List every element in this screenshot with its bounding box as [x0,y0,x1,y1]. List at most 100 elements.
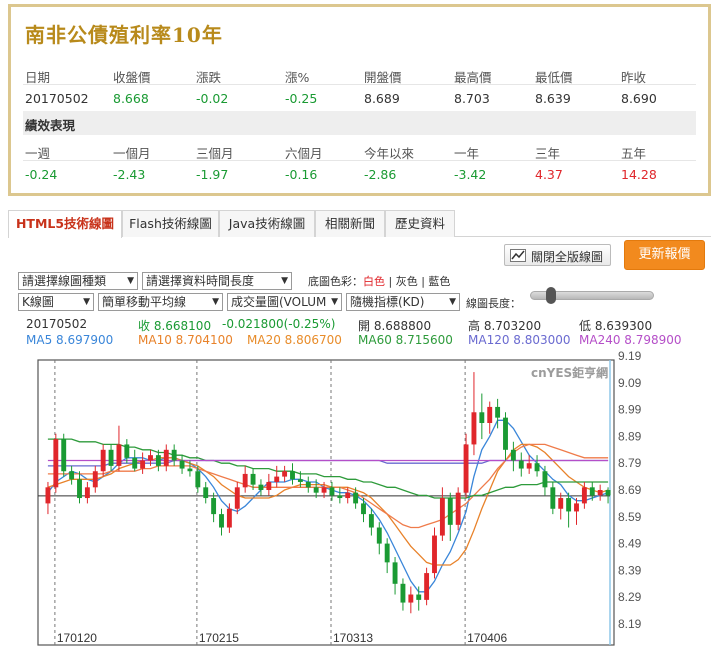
tab-html5-chart[interactable]: HTML5技術線圖 [8,210,122,238]
tab-related-news[interactable]: 相關新聞 [315,210,385,237]
candle-body [581,487,587,504]
candle-body [589,487,595,496]
y-tick-label: 8.89 [618,429,642,443]
close-fullscreen-chart-button[interactable]: 關閉全版線圖 [504,244,611,266]
y-tick-label: 9.09 [618,376,642,390]
dropdown-arrow-icon: ▼ [331,297,338,307]
tab-history[interactable]: 歷史資料 [385,210,455,237]
perf-header-5y: 五年 [621,146,647,161]
cnyes-watermark: cnYES鉅亨網 [531,366,609,380]
close-fullscreen-label: 關閉全版線圖 [531,250,604,264]
y-tick-label: 9.19 [618,349,642,363]
chart-length-label: 線圖長度： [466,297,521,310]
candle-body [297,479,303,482]
candle-body [108,449,114,466]
y-tick-label: 8.99 [618,403,642,417]
chart-plot-area [37,359,615,646]
candle-body [100,449,106,472]
candle-body [234,487,240,509]
readout-high: 高 8.703200 [468,319,542,333]
candle-body [392,562,398,584]
perf-value-3y: 4.37 [535,167,563,182]
perf-value-3m: -1.97 [196,167,229,182]
candle-body [471,412,477,445]
candle-body [266,481,272,490]
value-close: 8.668 [113,91,149,106]
moving-average-select[interactable]: 簡單移動平均線 ▼ [98,293,223,311]
candle-body [605,490,611,496]
background-color-options: 底圖色彩：白色 | 灰色 | 藍色 [308,275,451,288]
tab-java-chart[interactable]: Java技術線圖 [219,210,315,237]
chart-length-slider-handle[interactable] [546,287,556,304]
kline-select[interactable]: K線圖 ▼ [18,293,94,311]
perf-value-1w: -0.24 [25,167,58,182]
readout-low: 低 8.639300 [579,319,653,333]
candle-body [479,412,485,423]
performance-title: 績效表現 [25,118,76,133]
candle-body [416,594,422,600]
bg-color-gray[interactable]: 灰色 [396,275,418,288]
chart-tab-bar: HTML5技術線圖 Flash技術線圖 Java技術線圖 相關新聞 歷史資料 [8,210,711,238]
candle-body [250,473,256,485]
bg-color-blue[interactable]: 藍色 [428,275,450,288]
candle-body [187,468,193,472]
y-tick-label: 8.69 [618,483,642,497]
perf-value-ytd: -2.86 [364,167,397,182]
y-tick-label: 8.29 [618,590,642,604]
kline-value: K線圖 [22,295,54,309]
candle-body [195,471,201,488]
candle-body [495,406,501,418]
y-tick-label: 8.59 [618,510,642,524]
dropdown-arrow-icon: ▼ [281,276,288,286]
candle-body [353,492,359,504]
dropdown-arrow-icon: ▼ [449,297,456,307]
performance-section-header: 績效表現 [23,111,696,135]
chart-type-value: 請選擇線圖種類 [22,274,107,288]
candle-body [487,406,493,423]
candle-body [432,535,437,574]
indicator-value: 隨機指標(KD) [350,295,425,309]
candle-body [45,487,51,504]
perf-value-6m: -0.16 [285,167,318,182]
page-title: 南非公債殖利率10年 [25,23,223,47]
tab-flash-chart[interactable]: Flash技術線圖 [122,210,219,237]
candle-body [140,460,146,469]
candle-body [542,471,548,488]
header-change: 漲跌 [196,70,222,85]
candle-body [132,457,138,469]
bg-color-white[interactable]: 白色 [363,275,385,288]
chart-type-select[interactable]: 請選擇線圖種類 ▼ [18,272,138,290]
candle-body [116,444,122,466]
candle-body [424,573,430,600]
candle-body [242,473,248,488]
candle-body [226,508,232,528]
bg-color-label: 底圖色彩： [308,275,363,288]
candle-body [574,503,579,512]
candle-body [447,498,453,525]
perf-value-1m: -2.43 [113,167,146,182]
candle-body [455,492,461,525]
volume-select[interactable]: 成交量圖(VOLUM ▼ [227,293,342,311]
readout-open: 開 8.688800 [358,319,432,333]
x-tick-label: 170406 [467,631,507,645]
candle-body [376,527,382,544]
candle-body [384,543,390,563]
candlestick-chart[interactable]: 170120 170215 170313 170406 9.19 9.09 8.99 8.89… [0,340,720,649]
time-range-select[interactable]: 請選擇資料時間長度 ▼ [142,272,292,290]
candle-body [503,417,508,450]
y-tick-label: 8.39 [618,563,642,577]
refresh-quote-button[interactable]: 更新報價 [624,240,705,270]
readout-change: -0.021800(-0.25%) [222,317,336,331]
indicator-select[interactable]: 隨機指標(KD) ▼ [346,293,460,311]
candle-body [92,471,98,488]
candle-body [361,503,366,515]
candle-body [179,460,185,469]
performance-header-row: 一週 一個月 三個月 六個月 今年以來 一年 三年 五年 [23,139,696,161]
y-tick-label: 8.79 [618,456,642,470]
header-open: 開盤價 [364,70,402,85]
perf-header-3y: 三年 [535,146,561,161]
candle-body [368,514,374,528]
time-range-value: 請選擇資料時間長度 [146,274,255,288]
perf-value-1y: -3.42 [454,167,487,182]
quote-value-row: 20170502 8.668 -0.02 -0.25 8.689 8.703 8… [23,87,696,109]
